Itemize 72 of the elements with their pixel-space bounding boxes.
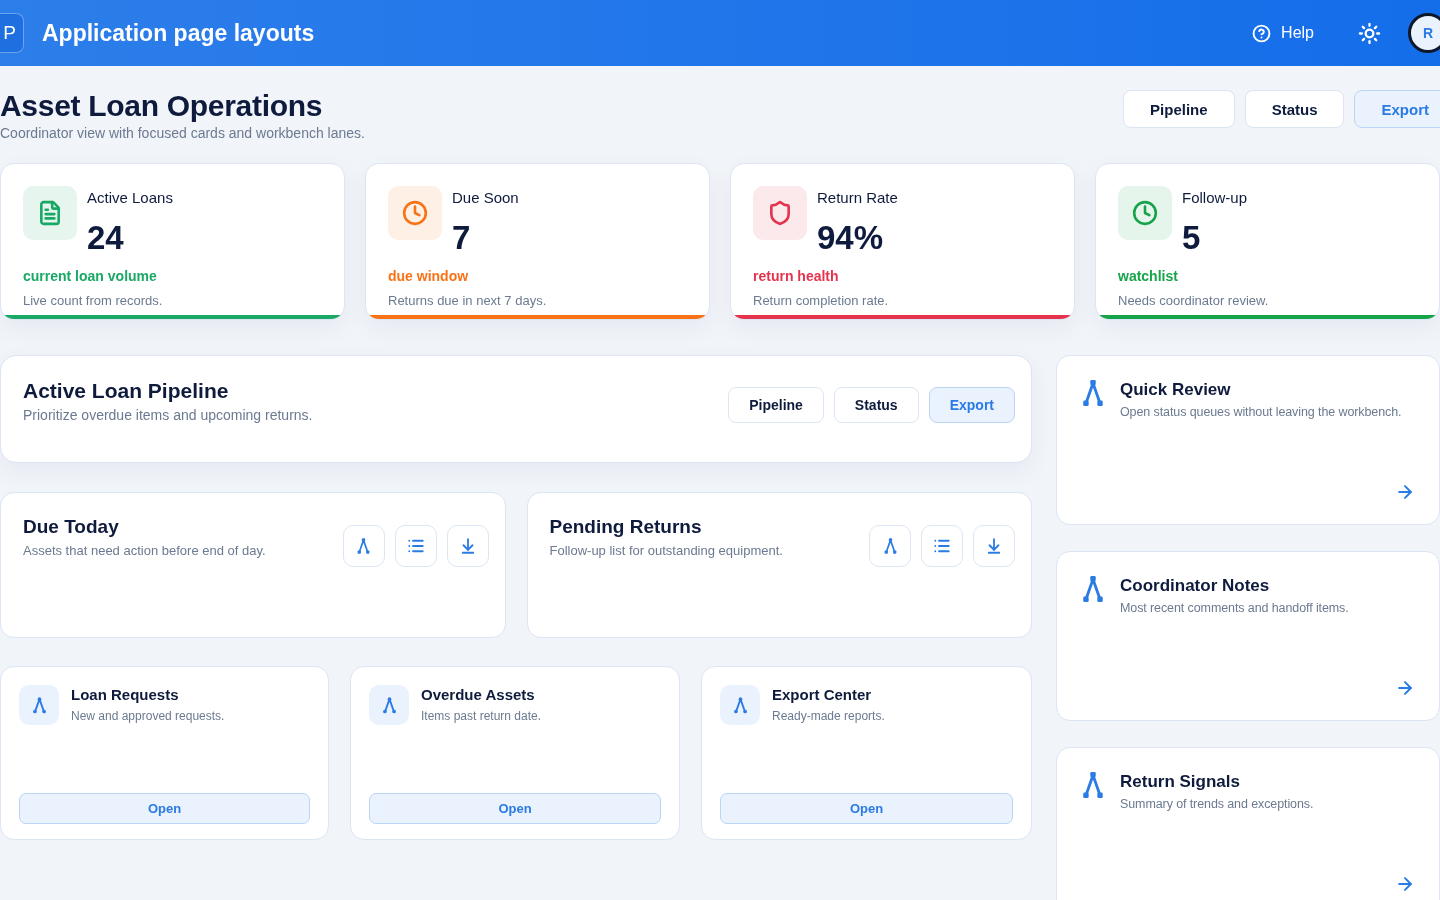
kpi-tag: due window <box>388 266 687 286</box>
sun-icon[interactable] <box>1358 21 1381 45</box>
user-avatar[interactable]: R <box>1408 13 1440 53</box>
list-icon <box>406 537 425 555</box>
kpi-note: Return completion rate. <box>753 292 890 310</box>
side-card-title: Return Signals <box>1120 772 1241 792</box>
branch-tile-icon <box>720 685 760 725</box>
side-card-subtitle: Open status queues without leaving the workbench. <box>1120 404 1402 421</box>
kpi-note: Live count from records. <box>23 292 164 310</box>
kpi-value: 94% <box>817 218 885 258</box>
open-button[interactable]: Open <box>720 793 1013 824</box>
shield-icon <box>753 186 807 240</box>
module-subtitle: New and approved requests. <box>71 708 225 725</box>
side-card-title: Coordinator Notes <box>1120 576 1271 596</box>
kpi-tag: current loan volume <box>23 266 322 286</box>
module-subtitle: Items past return date. <box>421 708 542 725</box>
page-subtitle: Coordinator view with focused cards and workbench lanes. <box>0 125 365 141</box>
module-subtitle: Ready-made reports. <box>772 708 885 725</box>
page-title: Asset Loan Operations <box>0 90 324 122</box>
branch-tile-icon <box>369 685 409 725</box>
download-icon <box>985 537 1003 555</box>
branch-icon <box>1082 772 1104 798</box>
side-card-title: Quick Review <box>1120 380 1232 400</box>
kpi-label: Follow-up <box>1182 188 1248 208</box>
module-title: Overdue Assets <box>421 685 536 705</box>
clock-icon <box>388 186 442 240</box>
lane-title: Due Today <box>23 515 120 539</box>
view-button[interactable]: Status <box>1244 90 1345 128</box>
download-button[interactable] <box>446 525 489 567</box>
document-icon <box>23 186 77 240</box>
branch-icon <box>1082 380 1104 406</box>
branch-button[interactable] <box>342 525 385 567</box>
view-button[interactable]: Export <box>1354 90 1440 128</box>
kpi-tag: return health <box>753 266 1052 286</box>
lane-subtitle: Assets that need action before end of day. <box>23 542 266 560</box>
app-logo[interactable]: P <box>0 13 24 53</box>
kpi-note: Returns due in next 7 days. <box>388 292 548 310</box>
view-button[interactable]: Status <box>833 387 919 423</box>
kpi-value: 7 <box>452 218 472 258</box>
open-button[interactable]: Open <box>19 793 310 824</box>
module-title: Loan Requests <box>71 685 180 705</box>
module-title: Export Center <box>772 685 873 705</box>
clock-icon <box>1118 186 1172 240</box>
kpi-label: Active Loans <box>87 188 173 208</box>
view-button[interactable]: Pipeline <box>728 387 824 423</box>
kpi-value: 24 <box>87 218 125 258</box>
kpi-label: Return Rate <box>817 188 898 208</box>
side-card-subtitle: Summary of trends and exceptions. <box>1120 796 1314 813</box>
lane-title: Pending Returns <box>549 515 703 539</box>
branch-button[interactable] <box>869 525 911 567</box>
help-button[interactable]: Help <box>1252 23 1314 43</box>
app-title: Application page layouts <box>42 19 315 47</box>
side-card-subtitle: Most recent comments and handoff items. <box>1120 600 1349 617</box>
view-button[interactable]: Export <box>928 387 1015 423</box>
list-icon <box>933 537 951 555</box>
kpi-note: Needs coordinator review. <box>1118 292 1270 310</box>
open-button[interactable]: Open <box>369 793 661 824</box>
branch-icon <box>357 538 370 554</box>
kpi-label: Due Soon <box>452 188 519 208</box>
list-button[interactable] <box>394 525 437 567</box>
branch-icon <box>883 538 897 554</box>
lane-subtitle: Follow-up list for outstanding equipment. <box>549 542 783 560</box>
panel-subtitle: Prioritize overdue items and upcoming returns. <box>23 406 313 425</box>
kpi-value: 5 <box>1182 218 1202 258</box>
list-button[interactable] <box>921 525 963 567</box>
branch-icon <box>1082 576 1104 602</box>
kpi-tag: watchlist <box>1118 266 1417 286</box>
download-button[interactable] <box>973 525 1015 567</box>
branch-tile-icon <box>19 685 59 725</box>
view-button[interactable]: Pipeline <box>1123 90 1235 128</box>
panel-title: Active Loan Pipeline <box>23 378 230 404</box>
help-icon <box>1252 23 1272 43</box>
